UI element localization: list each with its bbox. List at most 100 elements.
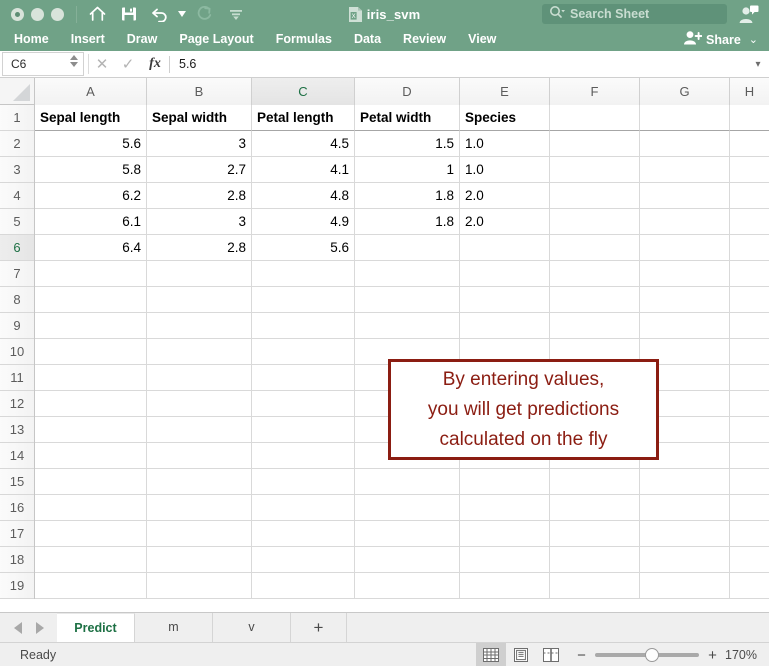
cell-A11[interactable] — [35, 365, 147, 391]
cell-E19[interactable] — [460, 573, 550, 599]
cell-B2[interactable]: 3 — [147, 131, 252, 157]
cell-H18[interactable] — [730, 547, 769, 573]
cell-H17[interactable] — [730, 521, 769, 547]
cell-A1[interactable]: Sepal length — [35, 105, 147, 131]
column-header-f[interactable]: F — [550, 78, 640, 105]
cell-D9[interactable] — [355, 313, 460, 339]
cell-E18[interactable] — [460, 547, 550, 573]
row-header-1[interactable]: 1 — [0, 105, 34, 131]
cell-E8[interactable] — [460, 287, 550, 313]
cancel-edit-icon[interactable]: ✕ — [89, 55, 115, 73]
cell-E4[interactable]: 2.0 — [460, 183, 550, 209]
cell-C5[interactable]: 4.9 — [252, 209, 355, 235]
cell-H15[interactable] — [730, 469, 769, 495]
cell-G8[interactable] — [640, 287, 730, 313]
row-header-17[interactable]: 17 — [0, 521, 34, 547]
sheet-tab-predict[interactable]: Predict — [57, 613, 135, 642]
minimize-window-button[interactable] — [31, 8, 44, 21]
cell-G2[interactable] — [640, 131, 730, 157]
cell-H16[interactable] — [730, 495, 769, 521]
cell-A8[interactable] — [35, 287, 147, 313]
cell-E16[interactable] — [460, 495, 550, 521]
accept-edit-icon[interactable]: ✓ — [115, 55, 141, 73]
zoom-in-button[interactable]: + — [706, 647, 719, 664]
cell-H11[interactable] — [730, 365, 769, 391]
cell-C11[interactable] — [252, 365, 355, 391]
cell-A15[interactable] — [35, 469, 147, 495]
tab-view[interactable]: View — [457, 28, 507, 51]
cell-B17[interactable] — [147, 521, 252, 547]
normal-view-icon[interactable] — [476, 643, 506, 666]
cell-A3[interactable]: 5.8 — [35, 157, 147, 183]
sheet-tab-v[interactable]: v — [213, 613, 291, 642]
row-header-14[interactable]: 14 — [0, 443, 34, 469]
cell-G4[interactable] — [640, 183, 730, 209]
cell-F1[interactable] — [550, 105, 640, 131]
cell-B7[interactable] — [147, 261, 252, 287]
cell-B12[interactable] — [147, 391, 252, 417]
cell-B10[interactable] — [147, 339, 252, 365]
cell-E6[interactable] — [460, 235, 550, 261]
tab-page-layout[interactable]: Page Layout — [168, 28, 264, 51]
cell-F19[interactable] — [550, 573, 640, 599]
cell-B1[interactable]: Sepal width — [147, 105, 252, 131]
cell-A6[interactable]: 6.4 — [35, 235, 147, 261]
cell-F4[interactable] — [550, 183, 640, 209]
cell-D5[interactable]: 1.8 — [355, 209, 460, 235]
cell-D6[interactable] — [355, 235, 460, 261]
cell-F16[interactable] — [550, 495, 640, 521]
tab-insert[interactable]: Insert — [60, 28, 116, 51]
row-header-16[interactable]: 16 — [0, 495, 34, 521]
cell-E1[interactable]: Species — [460, 105, 550, 131]
cell-H3[interactable] — [730, 157, 769, 183]
cell-E3[interactable]: 1.0 — [460, 157, 550, 183]
cell-C12[interactable] — [252, 391, 355, 417]
home-icon[interactable] — [83, 1, 112, 27]
spinner-down-icon[interactable] — [70, 62, 78, 67]
cell-A18[interactable] — [35, 547, 147, 573]
row-header-12[interactable]: 12 — [0, 391, 34, 417]
cell-F6[interactable] — [550, 235, 640, 261]
cell-B3[interactable]: 2.7 — [147, 157, 252, 183]
cell-H19[interactable] — [730, 573, 769, 599]
undo-dropdown-icon[interactable] — [176, 1, 188, 27]
save-icon[interactable] — [114, 1, 143, 27]
cell-D7[interactable] — [355, 261, 460, 287]
cell-D2[interactable]: 1.5 — [355, 131, 460, 157]
page-break-view-icon[interactable] — [536, 643, 566, 666]
zoom-out-button[interactable]: − — [575, 647, 588, 664]
cell-D8[interactable] — [355, 287, 460, 313]
cell-H10[interactable] — [730, 339, 769, 365]
select-all-corner[interactable] — [0, 78, 35, 105]
cell-H6[interactable] — [730, 235, 769, 261]
cell-A5[interactable]: 6.1 — [35, 209, 147, 235]
row-header-10[interactable]: 10 — [0, 339, 34, 365]
cell-A16[interactable] — [35, 495, 147, 521]
cell-B13[interactable] — [147, 417, 252, 443]
cell-D15[interactable] — [355, 469, 460, 495]
cell-C6[interactable]: 5.6 — [252, 235, 355, 261]
share-button[interactable]: Share ⌄ — [683, 28, 763, 51]
row-header-6[interactable]: 6 — [0, 235, 34, 261]
cell-A13[interactable] — [35, 417, 147, 443]
cell-D16[interactable] — [355, 495, 460, 521]
cell-H9[interactable] — [730, 313, 769, 339]
cell-B18[interactable] — [147, 547, 252, 573]
chevron-down-icon[interactable]: ⌄ — [745, 33, 763, 46]
zoom-level-label[interactable]: 170% — [719, 648, 769, 662]
cell-C4[interactable]: 4.8 — [252, 183, 355, 209]
cell-A7[interactable] — [35, 261, 147, 287]
cell-B9[interactable] — [147, 313, 252, 339]
cell-H7[interactable] — [730, 261, 769, 287]
column-header-a[interactable]: A — [35, 78, 147, 105]
cell-D3[interactable]: 1 — [355, 157, 460, 183]
cell-F2[interactable] — [550, 131, 640, 157]
cell-H8[interactable] — [730, 287, 769, 313]
cell-D1[interactable]: Petal width — [355, 105, 460, 131]
cell-F15[interactable] — [550, 469, 640, 495]
row-header-2[interactable]: 2 — [0, 131, 34, 157]
cell-A9[interactable] — [35, 313, 147, 339]
cell-H1[interactable] — [730, 105, 769, 131]
cell-C14[interactable] — [252, 443, 355, 469]
zoom-slider-knob[interactable] — [645, 648, 659, 662]
